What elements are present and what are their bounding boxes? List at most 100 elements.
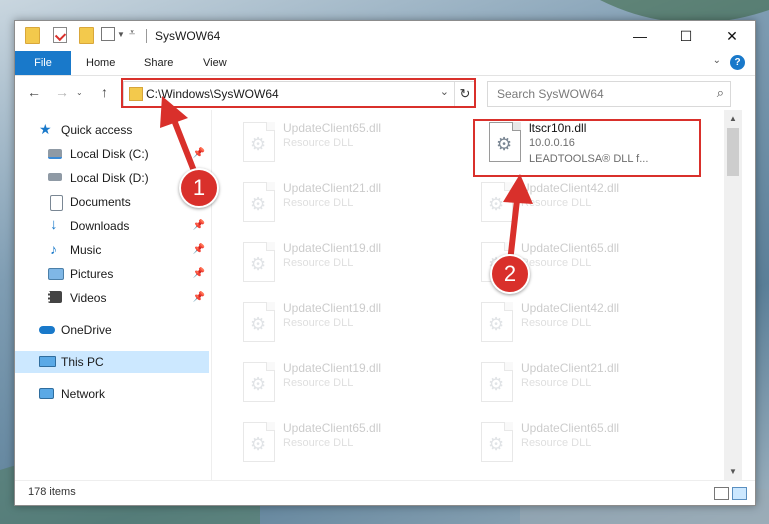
tab-view[interactable]: View: [191, 51, 239, 75]
item-count: 178 items: [28, 486, 76, 498]
list-item[interactable]: ⚙ UpdateClient19.dll Resource DLL: [235, 359, 455, 413]
dll-file-icon: ⚙: [243, 182, 275, 222]
chevron-down-icon[interactable]: ▼: [117, 30, 125, 39]
sidebar-item-label: Music: [70, 243, 102, 257]
maximize-button[interactable]: ☐: [663, 21, 709, 51]
sidebar-item-network[interactable]: Network: [15, 383, 209, 405]
dll-file-icon: ⚙: [243, 122, 275, 162]
list-item[interactable]: ⚙ UpdateClient19.dll Resource DLL: [235, 239, 455, 293]
new-folder-icon[interactable]: [79, 27, 94, 44]
file-type: Resource DLL: [521, 257, 592, 269]
search-placeholder: Search SysWOW64: [497, 87, 604, 101]
recent-locations-icon[interactable]: ⌄: [76, 88, 83, 97]
dll-file-icon: ⚙: [243, 422, 275, 462]
star-icon: ★: [39, 121, 52, 137]
step-2-callout: 2: [490, 254, 530, 294]
pin-icon[interactable]: 📌: [193, 287, 205, 309]
sidebar-item-quick-access[interactable]: ★ Quick access: [15, 119, 209, 141]
documents-icon: [50, 195, 63, 211]
sidebar-item-label: Network: [61, 387, 106, 401]
file-type: Resource DLL: [283, 137, 354, 149]
file-type: Resource DLL: [521, 437, 592, 449]
computer-icon: [39, 356, 56, 367]
file-type: Resource DLL: [283, 257, 354, 269]
search-input[interactable]: Search SysWOW64 ⌕: [487, 81, 731, 107]
file-type: Resource DLL: [283, 317, 354, 329]
explorer-window: ▼ ⩡ SysWOW64 — ☐ ✕ File Home Share View …: [14, 20, 756, 506]
file-highlight-box: [473, 119, 701, 177]
sidebar-item-label: Quick access: [61, 123, 133, 137]
tab-share[interactable]: Share: [132, 51, 185, 75]
dll-file-icon: ⚙: [243, 242, 275, 282]
list-item[interactable]: ⚙ UpdateClient42.dll Resource DLL: [473, 299, 693, 353]
list-item[interactable]: ⚙ UpdateClient21.dll Resource DLL: [473, 359, 693, 413]
help-button[interactable]: ?: [730, 55, 745, 70]
dll-file-icon: ⚙: [481, 362, 513, 402]
expand-ribbon-icon[interactable]: ⌄: [713, 55, 721, 66]
network-icon: [39, 388, 54, 399]
qa-toolbar-dropdown-icon[interactable]: ⩡: [129, 27, 135, 40]
minimize-button[interactable]: —: [617, 21, 663, 51]
dll-file-icon: ⚙: [481, 302, 513, 342]
sidebar-item-this-pc[interactable]: This PC: [15, 351, 209, 373]
ribbon-tabs: File Home Share View ⌄ ?: [15, 51, 755, 76]
file-name: UpdateClient19.dll: [283, 241, 382, 255]
pin-icon[interactable]: 📌: [193, 239, 205, 261]
large-icons-view-icon[interactable]: [732, 487, 747, 500]
vertical-scrollbar[interactable]: ▲ ▼: [724, 110, 742, 480]
list-item[interactable]: ⚙ UpdateClient65.dll Resource DLL: [235, 119, 455, 173]
file-type: Resource DLL: [283, 377, 354, 389]
sidebar-item-label: Videos: [70, 291, 107, 305]
list-item[interactable]: ⚙ UpdateClient65.dll Resource DLL: [235, 419, 455, 473]
file-name: UpdateClient19.dll: [283, 361, 382, 375]
up-button[interactable]: ↑: [101, 84, 108, 100]
sidebar-item-local-disk-c[interactable]: Local Disk (C:) 📌: [15, 143, 209, 165]
file-name: UpdateClient65.dll: [283, 421, 382, 435]
title-bar: ▼ ⩡ SysWOW64 — ☐ ✕: [15, 21, 755, 51]
sidebar-item-label: This PC: [61, 355, 104, 369]
window-title: SysWOW64: [155, 29, 221, 43]
dll-file-icon: ⚙: [243, 302, 275, 342]
pin-icon[interactable]: 📌: [193, 263, 205, 285]
sidebar-item-label: Local Disk (D:): [70, 171, 149, 185]
close-button[interactable]: ✕: [709, 21, 755, 51]
pin-icon[interactable]: 📌: [193, 143, 205, 165]
properties-icon[interactable]: [53, 27, 67, 43]
sidebar-item-onedrive[interactable]: OneDrive: [15, 319, 209, 341]
file-name: UpdateClient65.dll: [283, 121, 382, 135]
file-type: Resource DLL: [521, 197, 592, 209]
forward-button[interactable]: →: [55, 84, 69, 100]
pin-icon[interactable]: 📌: [193, 215, 205, 237]
drive-icon: [48, 173, 62, 181]
search-icon[interactable]: ⌕: [717, 85, 724, 101]
pane-divider: [211, 110, 212, 480]
back-button[interactable]: ←: [27, 84, 41, 100]
scroll-up-icon[interactable]: ▲: [724, 110, 742, 127]
dll-file-icon: ⚙: [481, 422, 513, 462]
details-view-icon[interactable]: [714, 487, 729, 500]
file-name: UpdateClient42.dll: [521, 301, 620, 315]
list-item[interactable]: ⚙ UpdateClient21.dll Resource DLL: [235, 179, 455, 233]
sidebar-item-downloads[interactable]: ↓ Downloads 📌: [15, 215, 209, 237]
customize-icon[interactable]: [101, 27, 115, 41]
sidebar-item-label: Local Disk (C:): [70, 147, 149, 161]
status-bar: 178 items: [15, 480, 755, 505]
list-item[interactable]: ⚙ UpdateClient65.dll Resource DLL: [473, 419, 693, 473]
title-separator: [146, 29, 147, 43]
sidebar-item-videos[interactable]: Videos 📌: [15, 287, 209, 309]
sidebar-item-pictures[interactable]: Pictures 📌: [15, 263, 209, 285]
tab-file[interactable]: File: [15, 51, 71, 75]
file-name: UpdateClient65.dll: [521, 241, 620, 255]
list-item[interactable]: ⚙ UpdateClient19.dll Resource DLL: [235, 299, 455, 353]
file-list: ⚙ UpdateClient65.dll Resource DLL ⚙ Upda…: [213, 110, 723, 480]
address-highlight-box: [121, 78, 476, 108]
sidebar-item-music[interactable]: ♪ Music 📌: [15, 239, 209, 261]
sidebar-item-label: Pictures: [70, 267, 114, 281]
scrollbar-thumb[interactable]: [727, 128, 739, 176]
scroll-down-icon[interactable]: ▼: [724, 463, 742, 480]
file-type: Resource DLL: [283, 197, 354, 209]
file-name: UpdateClient19.dll: [283, 301, 382, 315]
tab-home[interactable]: Home: [74, 51, 127, 75]
file-name: UpdateClient42.dll: [521, 181, 620, 195]
list-item[interactable]: ⚙ UpdateClient42.dll Resource DLL: [473, 179, 693, 233]
